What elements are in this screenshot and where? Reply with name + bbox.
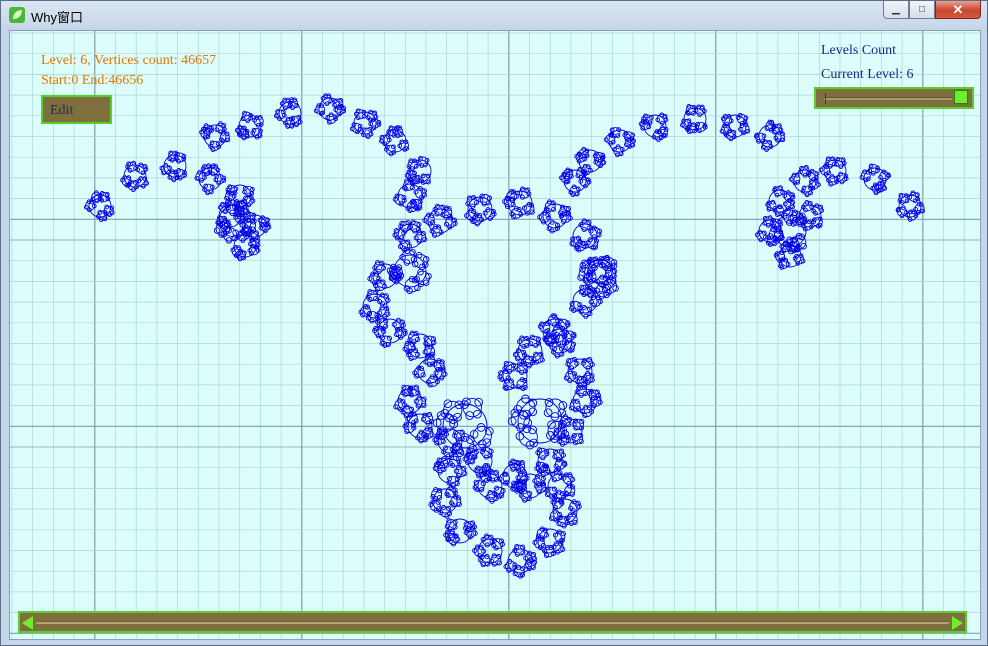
- triangle-left-icon[interactable]: [22, 616, 33, 630]
- levels-count-label: Levels Count: [821, 43, 897, 58]
- level-info-text: Level: 6, Vertices count: 46657: [41, 53, 217, 68]
- level-slider-tick: [825, 93, 826, 104]
- scrollbar-track[interactable]: [36, 621, 949, 624]
- fractal-view[interactable]: Level: 6, Vertices count: 46657 Start:0 …: [9, 30, 981, 640]
- current-level-label: Current Level: 6: [821, 67, 914, 82]
- minimize-button[interactable]: ▁: [883, 1, 909, 19]
- leaf-app-icon: [9, 7, 25, 23]
- title-bar[interactable]: Why窗口 ▁ □ ✕: [1, 1, 987, 29]
- horizontal-scrollbar[interactable]: [18, 611, 967, 633]
- level-slider[interactable]: [814, 87, 974, 109]
- range-info-text: Start:0 End:46656: [41, 73, 144, 88]
- fractal-canvas: [10, 31, 980, 639]
- close-button[interactable]: ✕: [935, 1, 981, 19]
- window-title: Why窗口: [31, 10, 84, 25]
- edit-button[interactable]: Edit: [41, 95, 112, 124]
- level-slider-thumb[interactable]: [954, 90, 968, 104]
- app-window: Why窗口 ▁ □ ✕ Level: 6, Vertices count: 46…: [0, 0, 988, 646]
- maximize-button[interactable]: □: [909, 1, 935, 19]
- triangle-right-icon[interactable]: [952, 616, 963, 630]
- level-slider-track: [824, 97, 952, 100]
